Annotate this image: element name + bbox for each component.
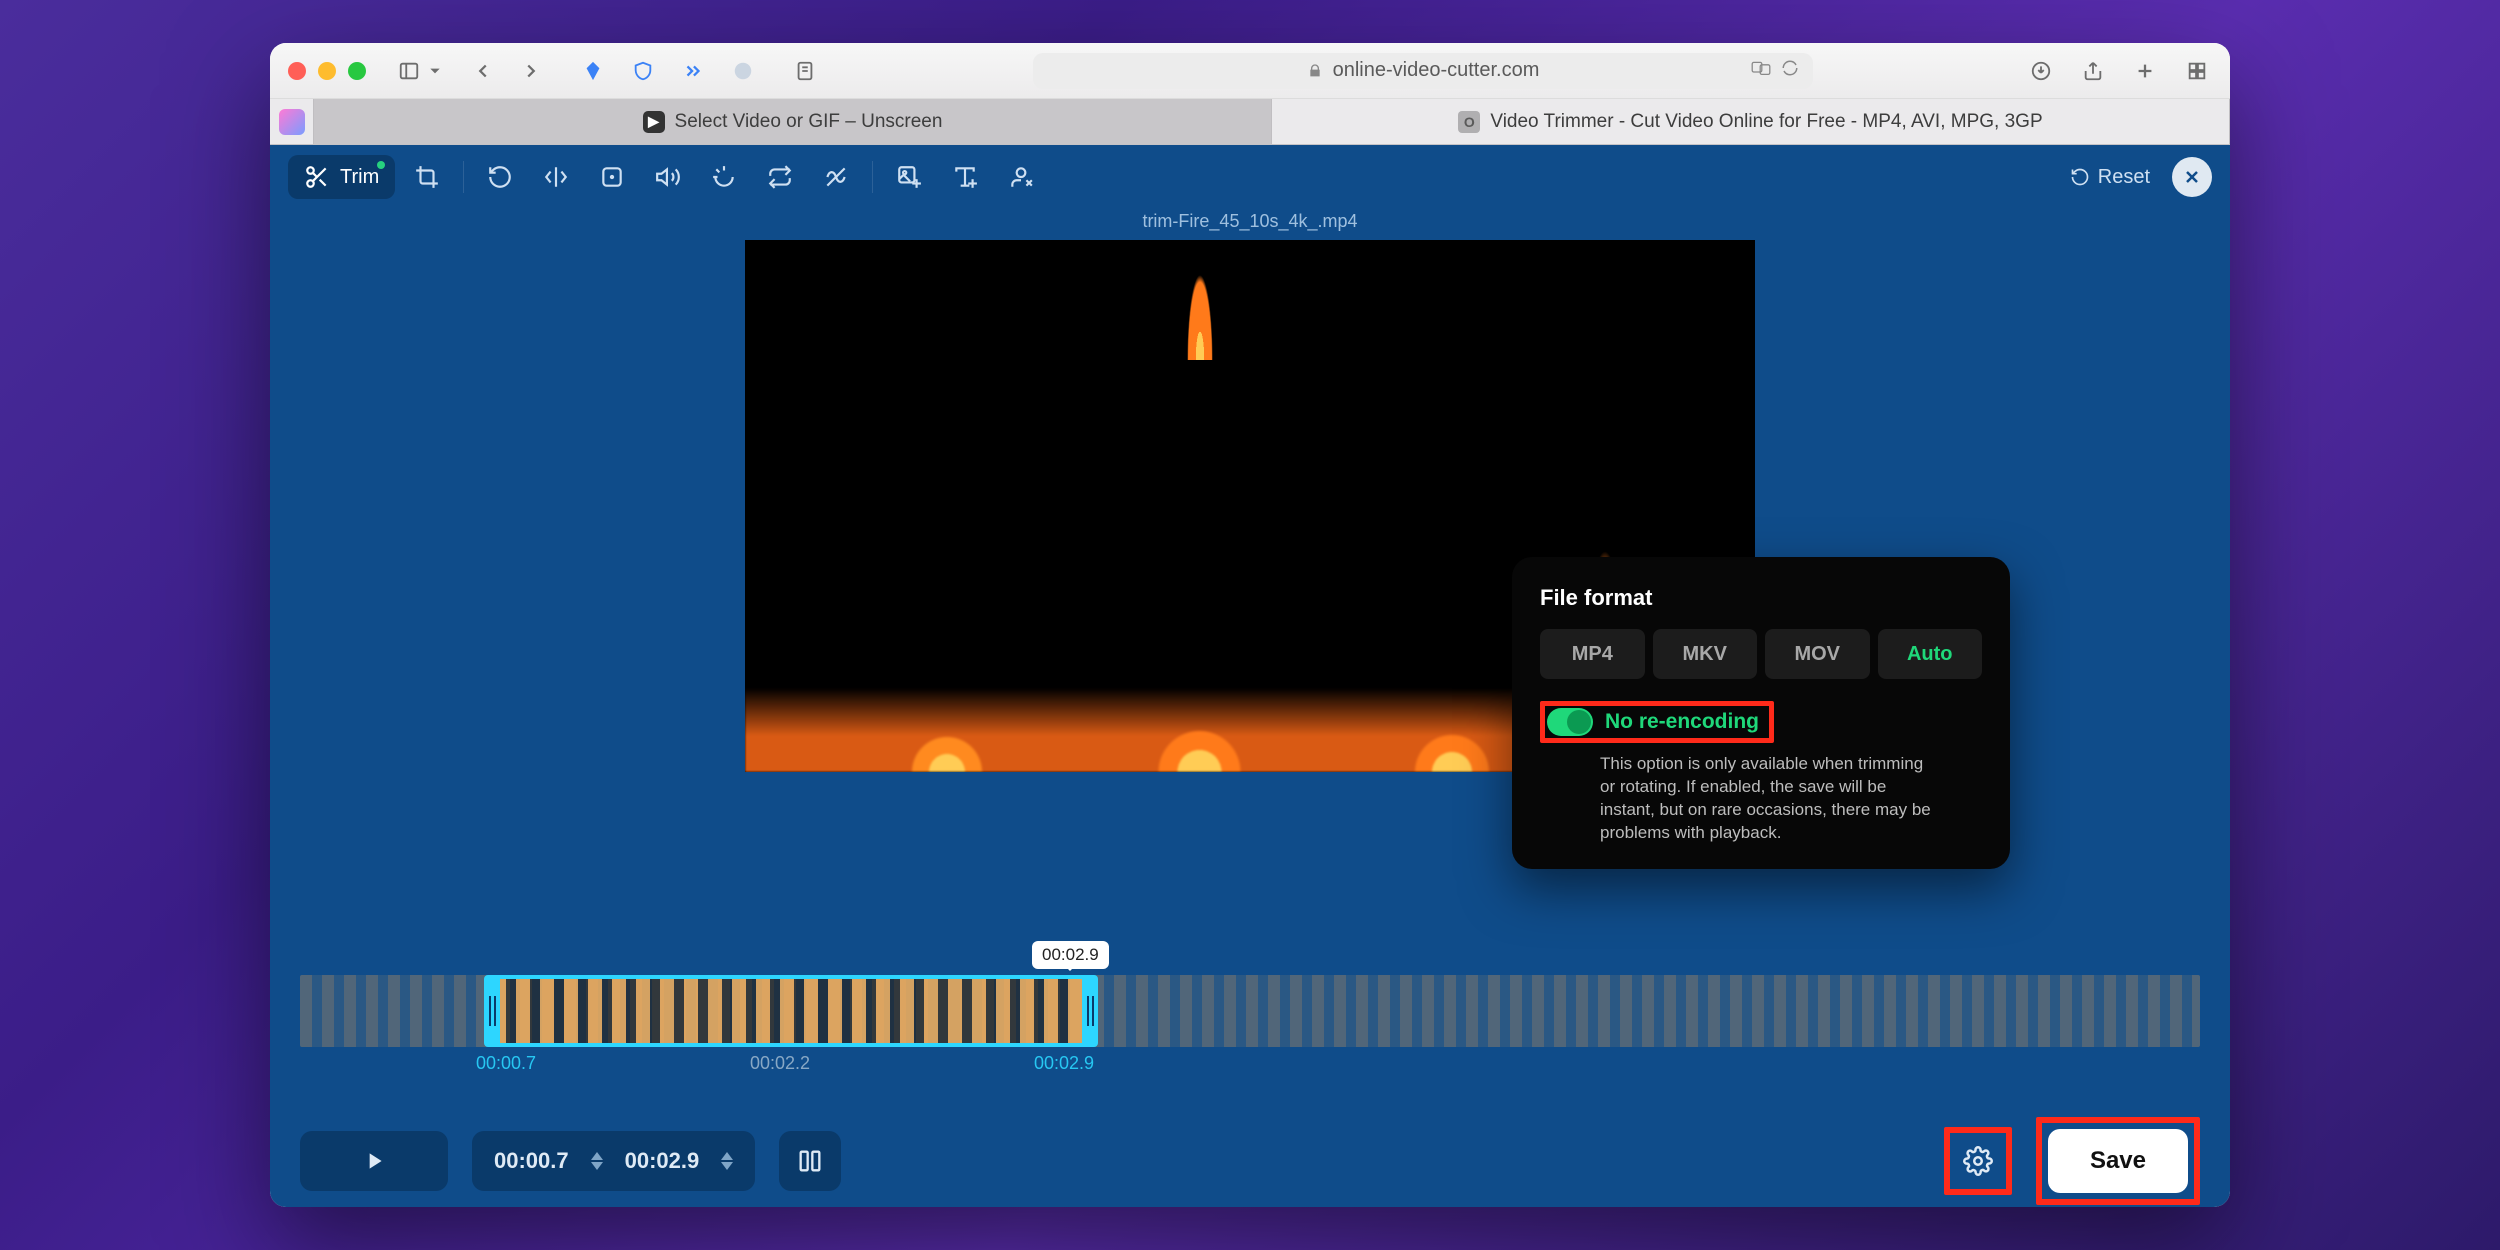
gear-icon xyxy=(1963,1146,1993,1176)
tab-video-trimmer[interactable]: O Video Trimmer - Cut Video Online for F… xyxy=(1272,99,2230,144)
close-button[interactable] xyxy=(2172,157,2212,197)
editor-toolbar: Trim Reset xyxy=(270,145,2230,209)
playhead-time-bubble: 00:02.9 xyxy=(1032,941,1109,969)
pinned-tab[interactable] xyxy=(270,99,314,144)
time-range-input[interactable]: 00:00.7 00:02.9 xyxy=(472,1131,755,1191)
format-mov[interactable]: MOV xyxy=(1765,629,1870,679)
crop-tool[interactable] xyxy=(403,155,451,199)
trim-handle-start[interactable] xyxy=(484,975,500,1047)
undo-icon xyxy=(2070,167,2090,187)
site-favicon-icon: O xyxy=(1458,111,1480,133)
moon-extension-icon[interactable] xyxy=(728,56,758,86)
volume-tool[interactable] xyxy=(644,155,692,199)
start-stepper[interactable] xyxy=(591,1152,603,1170)
downloads-icon[interactable] xyxy=(2026,56,2056,86)
file-format-heading: File format xyxy=(1540,585,1982,611)
fastforward-extension-icon[interactable] xyxy=(678,56,708,86)
mid-time-label: 00:02.2 xyxy=(750,1053,810,1074)
trim-tool[interactable]: Trim xyxy=(288,155,395,199)
reset-label: Reset xyxy=(2098,166,2150,189)
tab-bar: ▶ Select Video or GIF – Unscreen O Video… xyxy=(270,99,2230,145)
split-icon xyxy=(796,1147,824,1175)
reset-button[interactable]: Reset xyxy=(2070,166,2150,189)
back-button[interactable] xyxy=(468,56,498,86)
save-highlight: Save xyxy=(2036,1117,2200,1205)
reload-icon[interactable] xyxy=(1781,59,1799,83)
remove-logo-tool[interactable] xyxy=(997,155,1045,199)
play-icon xyxy=(361,1148,387,1174)
diamond-extension-icon[interactable] xyxy=(578,56,608,86)
video-editor-app: Trim Reset trim-Fire_ xyxy=(270,145,2230,1207)
settings-highlight xyxy=(1944,1127,2012,1195)
no-reencoding-description: This option is only available when trimm… xyxy=(1600,753,1940,845)
translate-icon[interactable] xyxy=(1751,59,1771,83)
start-time-label: 00:00.7 xyxy=(476,1053,536,1074)
minimize-window[interactable] xyxy=(318,62,336,80)
fullscreen-window[interactable] xyxy=(348,62,366,80)
bottom-controls: 00:00.7 00:02.9 xyxy=(270,1115,2230,1207)
lock-icon xyxy=(1307,63,1323,79)
end-time-label: 00:02.9 xyxy=(1034,1053,1094,1074)
format-mp4[interactable]: MP4 xyxy=(1540,629,1645,679)
no-reencoding-toggle[interactable] xyxy=(1547,708,1593,736)
filename-label: trim-Fire_45_10s_4k_.mp4 xyxy=(270,211,2230,232)
timeline-track[interactable] xyxy=(300,975,2200,1047)
selection-range[interactable] xyxy=(488,975,1086,1047)
save-label: Save xyxy=(2090,1147,2146,1175)
close-window[interactable] xyxy=(288,62,306,80)
address-bar[interactable]: online-video-cutter.com xyxy=(1033,53,1813,89)
timeline-zone: 00:02.9 00:00.7 00:02.2 00:02.9 xyxy=(270,975,2230,1115)
tab-title: Select Video or GIF – Unscreen xyxy=(675,111,943,133)
url-text: online-video-cutter.com xyxy=(1333,59,1540,82)
browser-window: online-video-cutter.com ▶ Select Video o… xyxy=(270,43,2230,1207)
format-mkv[interactable]: MKV xyxy=(1653,629,1758,679)
tab-title: Video Trimmer - Cut Video Online for Fre… xyxy=(1490,111,2042,133)
timeline-labels: 00:00.7 00:02.2 00:02.9 xyxy=(300,1053,2200,1083)
start-time-value: 00:00.7 xyxy=(494,1148,569,1174)
end-time-value: 00:02.9 xyxy=(625,1148,700,1174)
split-button[interactable] xyxy=(779,1131,841,1191)
trim-handle-end[interactable] xyxy=(1082,975,1098,1047)
trim-label: Trim xyxy=(340,166,379,189)
format-options: MP4 MKV MOV Auto xyxy=(1540,629,1982,679)
tab-unscreen[interactable]: ▶ Select Video or GIF – Unscreen xyxy=(314,99,1272,144)
format-auto[interactable]: Auto xyxy=(1878,629,1983,679)
shield-extension-icon[interactable] xyxy=(628,56,658,86)
close-icon xyxy=(2182,167,2202,187)
no-reencoding-label: No re-encoding xyxy=(1605,710,1759,734)
new-tab-icon[interactable] xyxy=(2130,56,2160,86)
browser-toolbar: online-video-cutter.com xyxy=(270,43,2230,99)
loop-tool[interactable] xyxy=(756,155,804,199)
forward-button[interactable] xyxy=(516,56,546,86)
settings-popup: File format MP4 MKV MOV Auto No re-encod… xyxy=(1512,557,2010,869)
play-button[interactable] xyxy=(300,1131,448,1191)
active-indicator-icon xyxy=(377,161,385,169)
no-reencoding-highlight: No re-encoding xyxy=(1540,701,1774,743)
tab-overview-icon[interactable] xyxy=(2182,56,2212,86)
end-stepper[interactable] xyxy=(721,1152,733,1170)
stabilize-tool[interactable] xyxy=(812,155,860,199)
video-favicon-icon: ▶ xyxy=(643,111,665,133)
add-image-tool[interactable] xyxy=(885,155,933,199)
speed-tool[interactable] xyxy=(700,155,748,199)
resize-tool[interactable] xyxy=(588,155,636,199)
scissors-icon xyxy=(304,164,330,190)
rotate-tool[interactable] xyxy=(476,155,524,199)
flip-tool[interactable] xyxy=(532,155,580,199)
share-icon[interactable] xyxy=(2078,56,2108,86)
settings-button[interactable] xyxy=(1952,1135,2004,1187)
window-controls xyxy=(288,62,366,80)
sidebar-toggle[interactable] xyxy=(394,56,442,86)
save-button[interactable]: Save xyxy=(2048,1129,2188,1193)
add-text-tool[interactable] xyxy=(941,155,989,199)
reader-icon[interactable] xyxy=(790,56,820,86)
